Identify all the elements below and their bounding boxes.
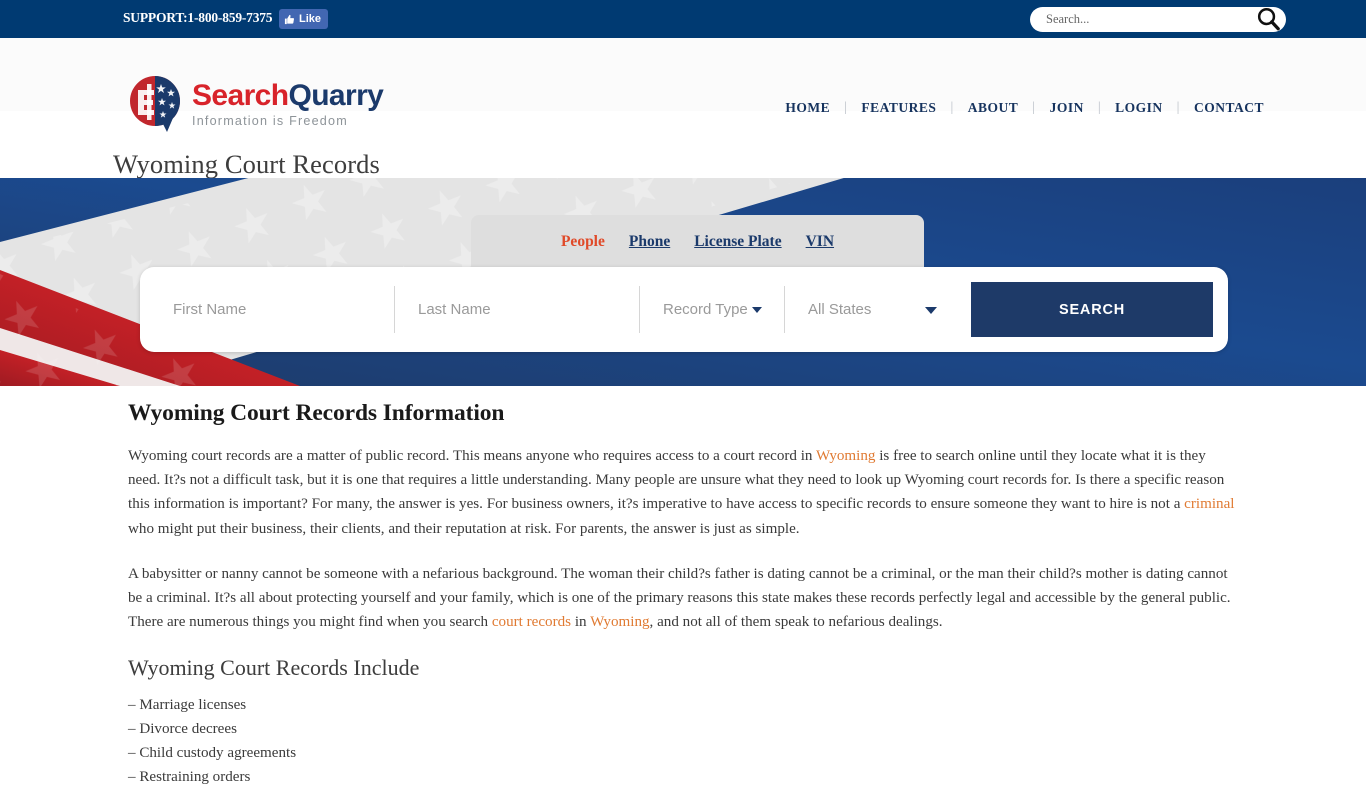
list-item: – Child custody agreements <box>128 745 297 762</box>
list-item: – Divorce decrees <box>128 721 237 738</box>
nav-item-about[interactable]: ABOUT <box>954 100 1033 116</box>
last-name-field[interactable] <box>394 279 639 340</box>
chevron-down-icon <box>925 307 937 314</box>
tab-people[interactable]: People <box>549 233 617 251</box>
site-header: SearchQuarry Information is Freedom HOME… <box>0 38 1366 132</box>
top-support-bar: SUPPORT:1-800-859-7375 Like <box>0 0 1366 38</box>
people-search-form: Record Type All States SEARCH <box>140 267 1228 352</box>
thumbs-up-icon <box>284 14 295 24</box>
list-item: – Restraining orders <box>128 769 251 786</box>
search-submit-button[interactable]: SEARCH <box>971 282 1213 337</box>
search-icon[interactable] <box>1253 4 1284 35</box>
p2-seg2: in <box>571 614 591 631</box>
brand-name-quarry: Quarry <box>288 78 384 112</box>
p1-seg1: Wyoming court records are a matter of pu… <box>128 448 816 464</box>
main-content: Wyoming Court Records Information Wyomin… <box>128 400 1240 789</box>
record-type-value: Record Type <box>663 301 748 318</box>
brand-tagline: Information is Freedom <box>192 113 348 128</box>
support-phone-text: SUPPORT:1-800-859-7375 <box>123 10 273 25</box>
site-logo[interactable]: SearchQuarry Information is Freedom <box>127 74 384 134</box>
chevron-down-icon <box>751 306 762 313</box>
searchquarry-emblem-icon <box>130 76 180 132</box>
facebook-like-label: Like <box>299 12 322 25</box>
main-navigation: HOME | FEATURES | ABOUT | JOIN | LOGIN |… <box>771 100 1278 116</box>
nav-item-join[interactable]: JOIN <box>1036 100 1098 116</box>
records-include-list: – Marriage licenses – Divorce decrees – … <box>128 693 1240 789</box>
last-name-input[interactable] <box>394 300 639 319</box>
state-field[interactable]: All States <box>784 279 949 340</box>
page-title: Wyoming Court Records <box>113 148 380 179</box>
paragraph-1: Wyoming court records are a matter of pu… <box>128 444 1240 541</box>
tab-license-plate[interactable]: License Plate <box>682 233 793 251</box>
nav-item-features[interactable]: FEATURES <box>847 100 950 116</box>
first-name-field[interactable] <box>149 279 394 340</box>
paragraph-2: A babysitter or nanny cannot be someone … <box>128 562 1240 635</box>
link-wyoming[interactable]: Wyoming <box>816 448 875 464</box>
nav-item-login[interactable]: LOGIN <box>1101 100 1177 116</box>
tab-vin[interactable]: VIN <box>794 233 846 251</box>
section-heading: Wyoming Court Records Information <box>128 400 505 426</box>
p2-seg3: , and not all of them speak to nefarious… <box>649 614 943 631</box>
brand-wordmark: SearchQuarry <box>192 78 384 112</box>
link-court-records[interactable]: court records <box>492 614 571 630</box>
p1-seg3: who might put their business, their clie… <box>128 520 800 537</box>
link-criminal[interactable]: criminal <box>1184 496 1234 512</box>
state-value: All States <box>808 301 872 318</box>
brand-name-search: Search <box>192 78 289 112</box>
record-type-select[interactable]: Record Type <box>639 301 784 318</box>
nav-item-contact[interactable]: CONTACT <box>1180 100 1278 116</box>
subsection-heading: Wyoming Court Records Include <box>128 655 420 681</box>
record-type-field[interactable]: Record Type <box>639 279 784 340</box>
tab-phone[interactable]: Phone <box>617 233 682 251</box>
nav-item-home[interactable]: HOME <box>771 100 844 116</box>
search-type-tabs: People Phone License Plate VIN <box>471 215 924 268</box>
facebook-like-button[interactable]: Like <box>279 9 329 29</box>
link-wyoming-2[interactable]: Wyoming <box>590 614 649 630</box>
list-item: – Marriage licenses <box>128 697 247 714</box>
first-name-input[interactable] <box>149 300 394 319</box>
site-search-input[interactable] <box>1044 11 1224 28</box>
site-search-box[interactable] <box>1030 7 1286 32</box>
